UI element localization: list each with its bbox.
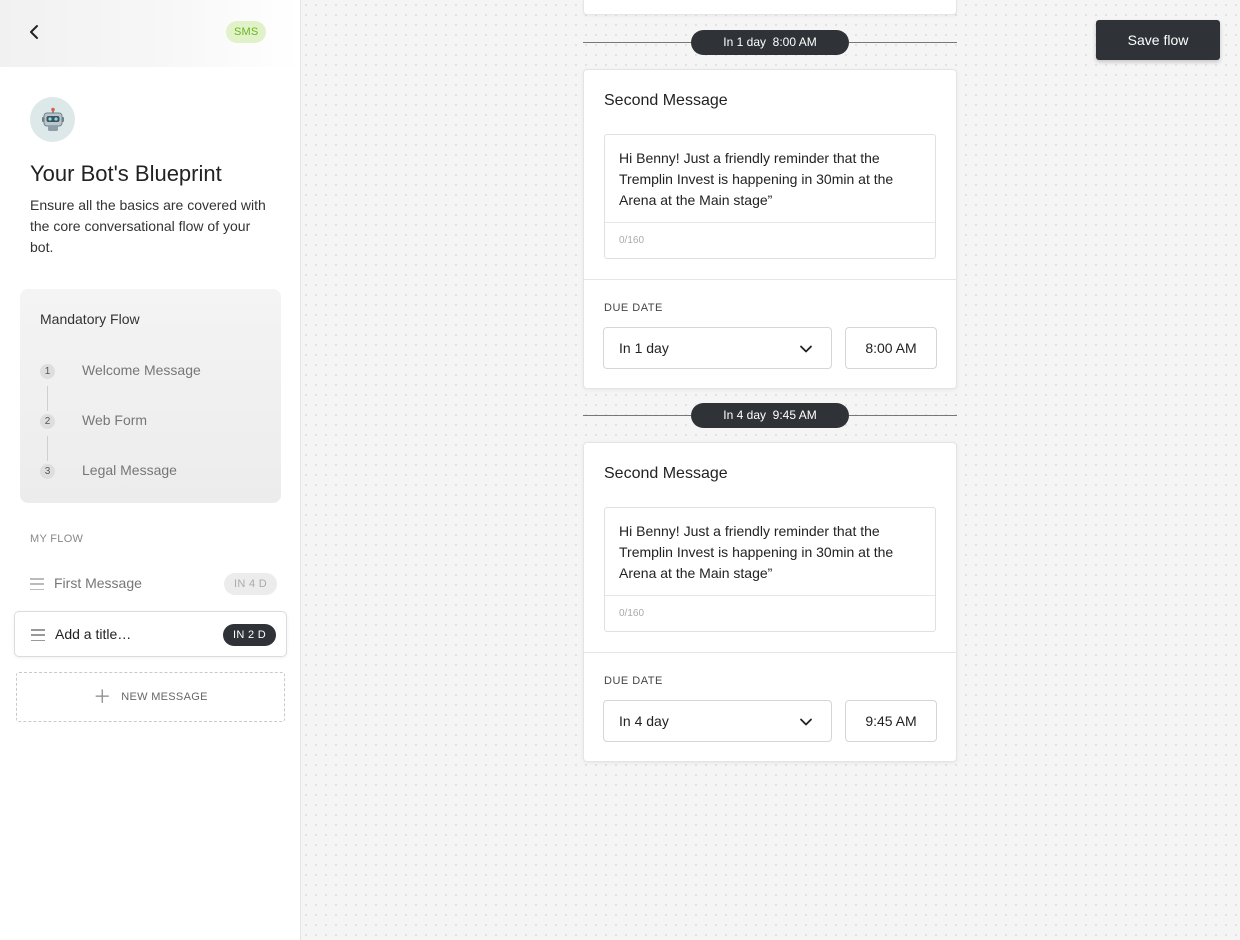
save-flow-button[interactable]: Save flow bbox=[1096, 20, 1220, 60]
step-label: Welcome Message bbox=[82, 362, 201, 378]
message-textarea[interactable]: Hi Benny! Just a friendly reminder that … bbox=[604, 134, 936, 259]
schedule-pill: In 1 day 8:00 AM bbox=[691, 30, 849, 55]
sidebar-header: SMS bbox=[0, 0, 300, 67]
schedule-divider: In 1 day 8:00 AM bbox=[583, 30, 957, 56]
character-count: 0/160 bbox=[619, 235, 645, 246]
message-textarea[interactable]: Hi Benny! Just a friendly reminder that … bbox=[604, 507, 936, 632]
step-number: 1 bbox=[40, 364, 55, 379]
due-date-select[interactable]: In 4 day bbox=[603, 700, 832, 742]
due-date-value: In 1 day bbox=[619, 340, 669, 356]
page-description: Ensure all the basics are covered with t… bbox=[30, 197, 266, 255]
drag-handle-icon[interactable] bbox=[31, 629, 45, 641]
flow-canvas[interactable]: Save flow In 1 day 8:00 AM Second Messag… bbox=[301, 0, 1240, 940]
my-flow-heading: MY FLOW bbox=[30, 533, 84, 545]
due-date-label: DUE DATE bbox=[604, 675, 663, 687]
divider-line bbox=[583, 42, 691, 43]
message-card[interactable]: Second Message Hi Benny! Just a friendly… bbox=[583, 442, 957, 762]
flow-item-untitled[interactable]: Add a title… IN 2 D bbox=[14, 611, 287, 657]
new-message-button[interactable]: ＋ NEW MESSAGE bbox=[16, 672, 285, 722]
divider-line bbox=[849, 42, 957, 43]
message-card-title: Second Message bbox=[604, 465, 728, 482]
due-time-value: 9:45 AM bbox=[865, 713, 917, 729]
plus-icon: ＋ bbox=[93, 687, 112, 707]
new-message-label: NEW MESSAGE bbox=[121, 691, 208, 703]
divider-line bbox=[583, 415, 691, 416]
step-label: Web Form bbox=[82, 412, 148, 428]
mandatory-flow-title: Mandatory Flow bbox=[40, 311, 140, 327]
channel-badge: SMS bbox=[226, 21, 267, 43]
due-time-value: 8:00 AM bbox=[865, 340, 917, 356]
divider bbox=[605, 595, 935, 596]
step-connector bbox=[47, 436, 48, 461]
chevron-left-icon bbox=[30, 25, 38, 39]
back-button[interactable] bbox=[22, 20, 46, 44]
previous-message-card[interactable] bbox=[583, 0, 957, 15]
due-date-label: DUE DATE bbox=[604, 302, 663, 314]
step-number: 3 bbox=[40, 464, 55, 479]
mandatory-flow-panel: Mandatory Flow 1 Welcome Message 2 Web F… bbox=[20, 289, 281, 503]
divider bbox=[584, 279, 956, 280]
message-text[interactable]: Hi Benny! Just a friendly reminder that … bbox=[619, 521, 919, 584]
divider bbox=[584, 652, 956, 653]
flow-item-title[interactable]: Add a title… bbox=[55, 626, 131, 642]
chevron-down-icon bbox=[800, 718, 812, 726]
chevron-down-icon bbox=[800, 345, 812, 353]
sidebar: SMS Your Bot's Blueprint Ensure all the … bbox=[0, 0, 301, 940]
character-count: 0/160 bbox=[619, 608, 645, 619]
divider-line bbox=[849, 415, 957, 416]
step-number: 2 bbox=[40, 414, 55, 429]
due-date-select[interactable]: In 1 day bbox=[603, 327, 832, 369]
message-card-title: Second Message bbox=[604, 92, 728, 109]
message-text[interactable]: Hi Benny! Just a friendly reminder that … bbox=[619, 148, 919, 211]
drag-handle-icon[interactable] bbox=[30, 578, 44, 590]
divider bbox=[605, 222, 935, 223]
flow-item-delay-badge: IN 4 D bbox=[224, 573, 277, 595]
page-title: Your Bot's Blueprint bbox=[30, 161, 222, 186]
schedule-pill: In 4 day 9:45 AM bbox=[691, 403, 849, 428]
due-date-value: In 4 day bbox=[619, 713, 669, 729]
schedule-divider: In 4 day 9:45 AM bbox=[583, 403, 957, 429]
due-time-field[interactable]: 8:00 AM bbox=[845, 327, 937, 369]
step-label: Legal Message bbox=[82, 462, 177, 478]
flow-item-title: First Message bbox=[54, 575, 142, 591]
flow-item-delay-badge: IN 2 D bbox=[223, 624, 276, 646]
step-connector bbox=[47, 386, 48, 411]
due-time-field[interactable]: 9:45 AM bbox=[845, 700, 937, 742]
flow-item-first-message[interactable]: First Message IN 4 D bbox=[14, 561, 287, 607]
message-card[interactable]: Second Message Hi Benny! Just a friendly… bbox=[583, 69, 957, 389]
bot-avatar bbox=[30, 97, 75, 142]
robot-icon bbox=[41, 107, 64, 131]
